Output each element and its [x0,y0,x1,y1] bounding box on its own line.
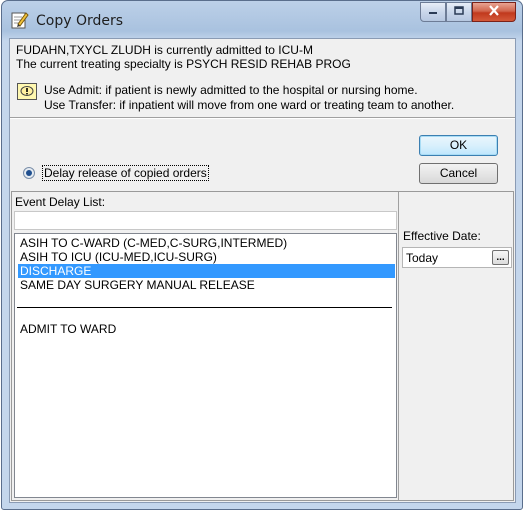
effective-date-value: Today [406,251,439,265]
date-picker-button[interactable]: ... [492,250,509,265]
event-delay-listbox[interactable]: ASIH TO C-WARD (C-MED,C-SURG,INTERMED) A… [14,233,397,498]
effective-date-field[interactable]: Today ... [402,247,512,268]
admission-status-text: FUDAHN,TXYCL ZLUDH is currently admitted… [16,43,313,57]
event-delay-panel: Event Delay List: ASIH TO C-WARD (C-MED,… [11,191,514,501]
effective-date-label: Effective Date: [403,229,481,243]
event-delay-filter-input[interactable] [14,211,397,230]
list-item[interactable]: ADMIT TO WARD [18,322,395,336]
cancel-button[interactable]: Cancel [419,163,498,184]
radio-selected-dot [26,170,32,176]
info-exclamation-icon [17,83,37,100]
close-button[interactable] [472,2,516,22]
treating-specialty-text: The current treating specialty is PSYCH … [16,57,351,71]
edit-document-icon [10,10,30,30]
maximize-icon [454,5,464,19]
window-title: Copy Orders [36,13,124,29]
ok-button[interactable]: OK [419,135,498,156]
event-delay-list-label: Event Delay List: [15,195,106,209]
delay-release-radio[interactable] [23,167,35,179]
list-item[interactable]: SAME DAY SURGERY MANUAL RELEASE [18,278,395,292]
list-item[interactable]: ASIH TO C-WARD (C-MED,C-SURG,INTERMED) [18,236,395,250]
admit-transfer-notes: Use Admit: if patient is newly admitted … [44,83,454,113]
minimize-icon [428,5,438,19]
dialog-client-area: FUDAHN,TXYCL ZLUDH is currently admitted… [9,38,516,503]
admit-note: Use Admit: if patient is newly admitted … [44,83,418,97]
maximize-button[interactable] [446,2,472,22]
minimize-button[interactable] [420,2,446,22]
transfer-note: Use Transfer: if inpatient will move fro… [44,98,455,112]
list-item[interactable]: ASIH TO ICU (ICU-MED,ICU-SURG) [18,250,395,264]
patient-info: FUDAHN,TXYCL ZLUDH is currently admitted… [16,43,351,71]
list-item-selected[interactable]: DISCHARGE [18,264,395,278]
close-icon [488,5,500,19]
list-separator [17,307,392,308]
title-bar[interactable]: Copy Orders [2,1,522,39]
panel-splitter[interactable] [398,192,399,500]
copy-orders-window: Copy Orders FUDAHN,TXYCL ZLUDH is curren… [1,0,523,510]
divider [10,117,515,119]
delay-release-label[interactable]: Delay release of copied orders [42,165,209,181]
